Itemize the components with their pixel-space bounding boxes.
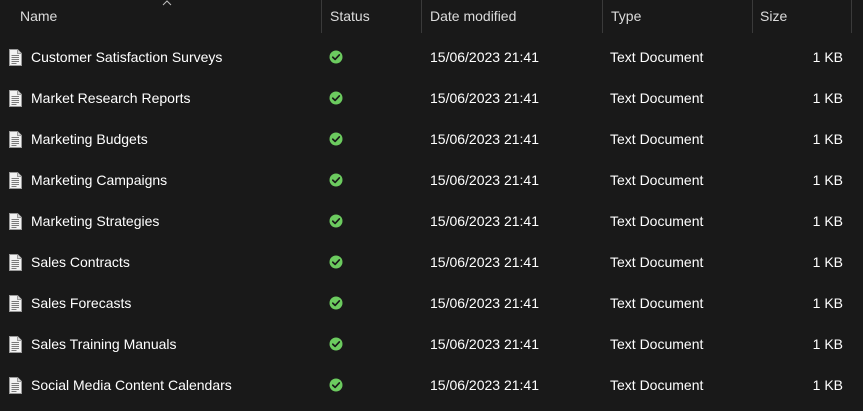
file-row[interactable]: Market Research Reports 15/06/2023 21:41 T… (0, 78, 863, 119)
column-divider[interactable] (851, 0, 852, 33)
text-document-icon (9, 49, 22, 66)
file-name: Sales Forecasts (31, 295, 132, 311)
file-name: Marketing Campaigns (31, 172, 168, 188)
column-header-type[interactable]: Type (611, 0, 641, 33)
file-size: 1 KB (812, 213, 843, 229)
file-row[interactable]: Marketing Budgets 15/06/2023 21:41 Text Do… (0, 119, 863, 160)
file-row[interactable]: Sales Forecasts 15/06/2023 21:41 Text Docu… (0, 283, 863, 324)
file-name: Customer Satisfaction Surveys (31, 49, 223, 65)
file-type: Text Document (610, 295, 704, 311)
file-row[interactable]: Sales Training Manuals 15/06/2023 21:41 Te… (0, 324, 863, 365)
column-divider[interactable] (602, 0, 603, 33)
file-name: Sales Contracts (31, 254, 130, 270)
file-date-modified: 15/06/2023 21:41 (430, 90, 539, 106)
file-size: 1 KB (812, 377, 843, 393)
chevron-up-icon (162, 0, 172, 6)
column-header-size[interactable]: Size (760, 0, 787, 33)
check-circle-icon (329, 296, 343, 310)
file-size: 1 KB (812, 131, 843, 147)
file-type: Text Document (610, 49, 704, 65)
file-date-modified: 15/06/2023 21:41 (430, 49, 539, 65)
file-date-modified: 15/06/2023 21:41 (430, 131, 539, 147)
file-type: Text Document (610, 336, 704, 352)
file-type: Text Document (610, 213, 704, 229)
check-circle-icon (329, 255, 343, 269)
file-type: Text Document (610, 131, 704, 147)
file-size: 1 KB (812, 295, 843, 311)
file-row[interactable]: Social Media Content Calendars 15/06/2023… (0, 365, 863, 406)
column-header-name[interactable]: Name (20, 0, 57, 33)
file-type: Text Document (610, 254, 704, 270)
column-header-date-modified[interactable]: Date modified (430, 0, 516, 33)
check-circle-icon (329, 378, 343, 392)
file-date-modified: 15/06/2023 21:41 (430, 377, 539, 393)
check-circle-icon (329, 214, 343, 228)
text-document-icon (9, 254, 22, 271)
text-document-icon (9, 336, 22, 353)
check-circle-icon (329, 132, 343, 146)
file-size: 1 KB (812, 336, 843, 352)
check-circle-icon (329, 173, 343, 187)
file-date-modified: 15/06/2023 21:41 (430, 213, 539, 229)
check-circle-icon (329, 50, 343, 64)
text-document-icon (9, 90, 22, 107)
file-list: Customer Satisfaction Surveys 15/06/2023 … (0, 37, 863, 406)
file-size: 1 KB (812, 172, 843, 188)
file-name: Sales Training Manuals (31, 336, 177, 352)
file-row[interactable]: Marketing Strategies 15/06/2023 21:41 Text… (0, 201, 863, 242)
file-row[interactable]: Customer Satisfaction Surveys 15/06/2023 … (0, 37, 863, 78)
file-name: Social Media Content Calendars (31, 377, 232, 393)
file-date-modified: 15/06/2023 21:41 (430, 254, 539, 270)
column-divider[interactable] (421, 0, 422, 33)
file-size: 1 KB (812, 49, 843, 65)
file-size: 1 KB (812, 90, 843, 106)
text-document-icon (9, 213, 22, 230)
text-document-icon (9, 172, 22, 189)
check-circle-icon (329, 91, 343, 105)
file-type: Text Document (610, 377, 704, 393)
file-row[interactable]: Marketing Campaigns 15/06/2023 21:41 Text … (0, 160, 863, 201)
column-divider[interactable] (321, 0, 322, 33)
file-type: Text Document (610, 172, 704, 188)
file-date-modified: 15/06/2023 21:41 (430, 336, 539, 352)
text-document-icon (9, 377, 22, 394)
text-document-icon (9, 131, 22, 148)
file-name: Marketing Strategies (31, 213, 160, 229)
text-document-icon (9, 295, 22, 312)
column-divider[interactable] (752, 0, 753, 33)
file-row[interactable]: Sales Contracts 15/06/2023 21:41 Text Docu… (0, 242, 863, 283)
file-size: 1 KB (812, 254, 843, 270)
file-name: Market Research Reports (31, 90, 191, 106)
file-date-modified: 15/06/2023 21:41 (430, 172, 539, 188)
column-header-status[interactable]: Status (330, 0, 370, 33)
check-circle-icon (329, 337, 343, 351)
file-type: Text Document (610, 90, 704, 106)
column-header-bar: Name Status Date modified Type Size (0, 0, 863, 33)
file-name: Marketing Budgets (31, 131, 148, 147)
file-date-modified: 15/06/2023 21:41 (430, 295, 539, 311)
